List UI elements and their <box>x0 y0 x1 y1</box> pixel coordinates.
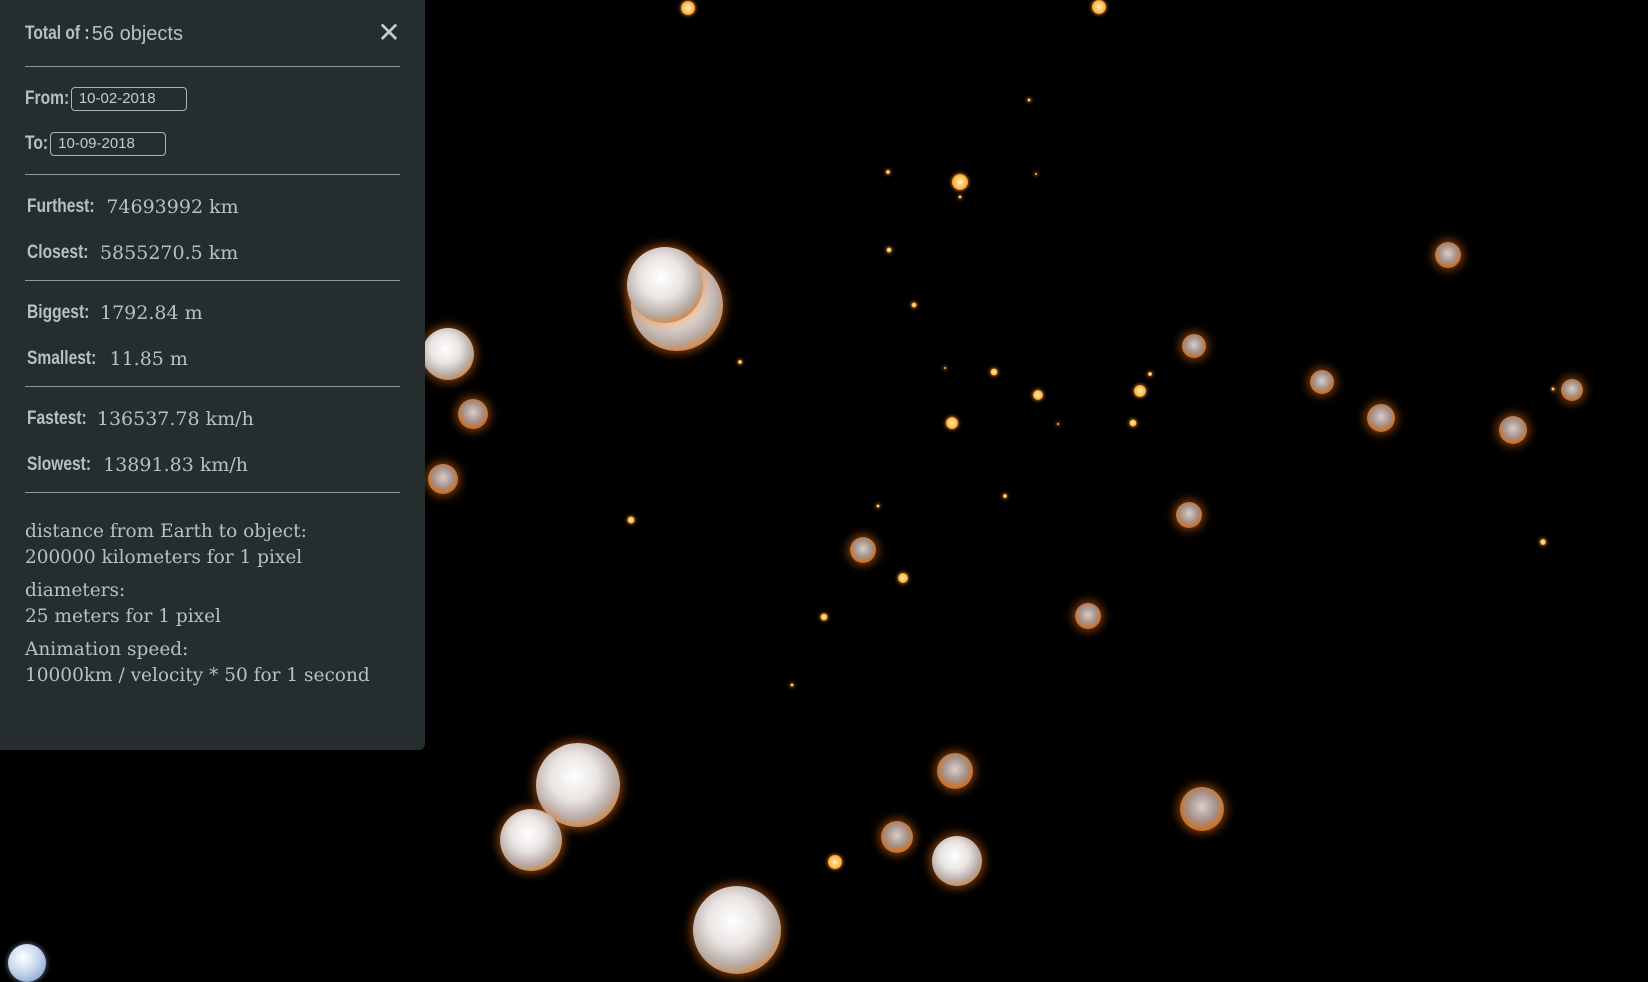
asteroid[interactable] <box>1092 0 1106 14</box>
asteroid[interactable] <box>790 683 794 687</box>
distance-note-title: distance from Earth to object: <box>25 521 307 542</box>
closest-value: 5855270.5 km <box>99 242 239 264</box>
distance-note: distance from Earth to object: 200000 ki… <box>25 519 400 571</box>
furthest-row: Furthest: 74693992 km <box>27 192 398 222</box>
asteroid[interactable] <box>876 504 880 508</box>
asteroid[interactable] <box>1180 787 1224 831</box>
asteroid[interactable] <box>828 855 842 869</box>
biggest-label: Biggest: <box>27 302 90 323</box>
asteroid[interactable] <box>946 417 958 429</box>
closest-row: Closest: 5855270.5 km <box>27 238 398 268</box>
fastest-value: 136537.78 km/h <box>96 408 254 430</box>
to-row: To: <box>25 130 400 158</box>
slowest-label: Slowest: <box>27 454 92 475</box>
asteroid[interactable] <box>1499 416 1527 444</box>
asteroid[interactable] <box>681 1 695 15</box>
from-date-input[interactable] <box>70 87 187 111</box>
stats-panel: Total of : 56 objects ✕ From: To: Furthe… <box>0 0 425 750</box>
earth-icon[interactable] <box>8 944 46 982</box>
to-date-input[interactable] <box>50 132 167 156</box>
asteroid[interactable] <box>1134 385 1146 397</box>
asteroid[interactable] <box>1033 390 1043 400</box>
asteroid[interactable] <box>500 809 562 871</box>
asteroid[interactable] <box>850 537 876 563</box>
asteroid[interactable] <box>1075 603 1101 629</box>
asteroid[interactable] <box>1540 539 1546 545</box>
asteroid[interactable] <box>458 399 488 429</box>
asteroid[interactable] <box>1310 370 1334 394</box>
asteroid[interactable] <box>937 753 973 789</box>
asteroid[interactable] <box>1561 379 1583 401</box>
asteroid[interactable] <box>1551 387 1555 391</box>
asteroid[interactable] <box>1148 372 1152 376</box>
asteroid[interactable] <box>1027 98 1031 102</box>
scale-notes: distance from Earth to object: 200000 ki… <box>25 493 400 689</box>
biggest-row: Biggest: 1792.84 m <box>27 298 398 328</box>
distance-section: Furthest: 74693992 km Closest: 5855270.5… <box>25 175 400 268</box>
total-value: 56 objects <box>91 22 183 45</box>
asteroid[interactable] <box>898 573 908 583</box>
asteroid[interactable] <box>886 247 892 253</box>
from-label: From: <box>25 88 70 109</box>
asteroid[interactable] <box>932 836 982 886</box>
asteroid[interactable] <box>1435 242 1461 268</box>
distance-note-scale: 200000 kilometers for 1 pixel <box>25 547 303 568</box>
slowest-row: Slowest: 13891.83 km/h <box>27 450 398 480</box>
furthest-label: Furthest: <box>27 196 95 217</box>
total-row: Total of : 56 objects <box>25 18 400 50</box>
close-icon[interactable]: ✕ <box>375 19 403 47</box>
fastest-label: Fastest: <box>27 408 87 429</box>
asteroid[interactable] <box>1057 423 1059 425</box>
asteroid[interactable] <box>990 368 998 376</box>
slowest-value: 13891.83 km/h <box>103 454 248 476</box>
asteroid[interactable] <box>1367 404 1395 432</box>
to-label: To: <box>25 133 49 154</box>
asteroid[interactable] <box>952 174 968 190</box>
speed-note: Animation speed: 10000km / velocity * 50… <box>25 637 400 689</box>
asteroid[interactable] <box>944 367 946 369</box>
furthest-value: 74693992 km <box>106 196 239 218</box>
asteroid[interactable] <box>881 821 913 853</box>
asteroid[interactable] <box>1035 173 1037 175</box>
diameter-note-title: diameters: <box>25 580 126 601</box>
asteroid[interactable] <box>958 195 962 199</box>
smallest-value: 11.85 m <box>109 348 188 370</box>
asteroid[interactable] <box>428 464 458 494</box>
speed-section: Fastest: 136537.78 km/h Slowest: 13891.8… <box>25 387 400 480</box>
asteroid[interactable] <box>1003 494 1007 498</box>
speed-note-scale: 10000km / velocity * 50 for 1 second <box>25 665 370 686</box>
biggest-value: 1792.84 m <box>100 302 203 324</box>
diameter-note-scale: 25 meters for 1 pixel <box>25 606 221 627</box>
size-section: Biggest: 1792.84 m Smallest: 11.85 m <box>25 281 400 374</box>
total-label: Total of : <box>25 23 90 44</box>
smallest-row: Smallest: 11.85 m <box>27 344 398 374</box>
fastest-row: Fastest: 136537.78 km/h <box>27 404 398 434</box>
asteroid[interactable] <box>886 170 890 174</box>
smallest-label: Smallest: <box>27 348 97 369</box>
asteroid[interactable] <box>422 328 474 380</box>
asteroid[interactable] <box>627 516 635 524</box>
closest-label: Closest: <box>27 242 89 263</box>
diameter-note: diameters: 25 meters for 1 pixel <box>25 578 400 630</box>
asteroid[interactable] <box>738 360 742 364</box>
from-row: From: <box>25 85 400 113</box>
asteroid[interactable] <box>693 886 781 974</box>
asteroid[interactable] <box>1176 502 1202 528</box>
asteroid[interactable] <box>911 302 917 308</box>
asteroid[interactable] <box>820 613 828 621</box>
asteroid[interactable] <box>1129 419 1137 427</box>
asteroid[interactable] <box>627 247 703 323</box>
speed-note-title: Animation speed: <box>25 639 189 660</box>
asteroid[interactable] <box>1182 334 1206 358</box>
